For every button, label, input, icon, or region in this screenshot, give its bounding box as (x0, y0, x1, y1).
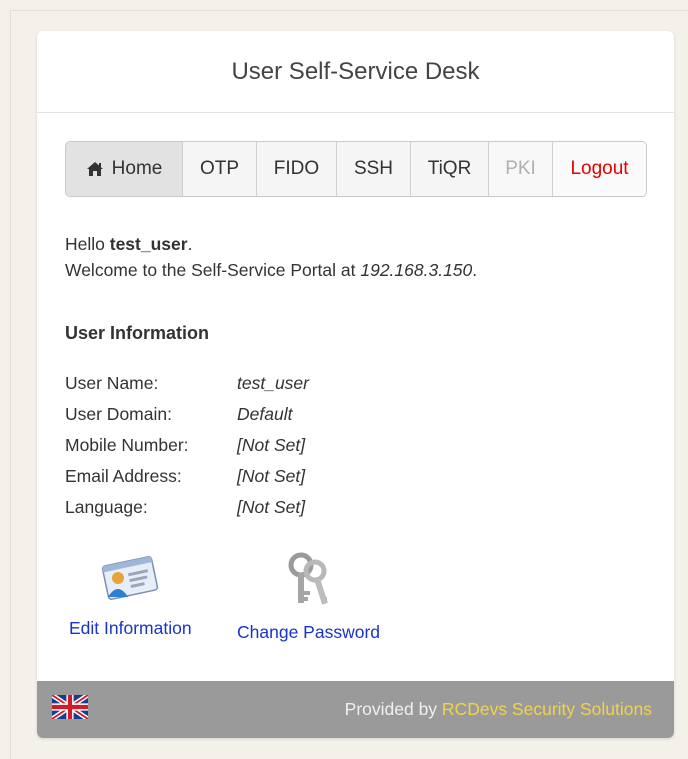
footer: Provided by RCDevs Security Solutions (37, 681, 674, 738)
nav-tiqr-button[interactable]: TiQR (410, 142, 488, 196)
info-value: Default (237, 404, 293, 424)
info-label: Mobile Number: (65, 435, 189, 455)
hello-line: Hello test_user. (65, 231, 477, 257)
nav-ssh-button[interactable]: SSH (336, 142, 410, 196)
main-nav: Home OTP FIDO SSH TiQR PKI Logout (65, 141, 647, 197)
info-value: [Not Set] (237, 497, 306, 517)
hello-prefix: Hello (65, 234, 110, 254)
id-card-icon (99, 551, 161, 610)
info-label: User Domain: (65, 404, 172, 424)
home-icon (86, 161, 104, 177)
nav-pki-button: PKI (488, 142, 552, 196)
provided-by-prefix: Provided by (344, 699, 442, 719)
company-link[interactable]: RCDevs Security Solutions (442, 699, 652, 719)
uk-flag-icon[interactable] (50, 693, 90, 724)
edit-information-label: Edit Information (69, 618, 192, 638)
hello-suffix: . (187, 234, 193, 254)
info-label: Language: (65, 497, 148, 517)
keys-icon (284, 551, 334, 614)
nav-home-label: Home (111, 158, 163, 179)
page-title: User Self-Service Desk (231, 57, 480, 85)
change-password-label: Change Password (237, 622, 380, 642)
info-row-domain: User Domain: Default (65, 399, 309, 430)
portal-ip: 192.168.3.150 (360, 260, 473, 280)
card-header: User Self-Service Desk (37, 31, 674, 113)
info-label: Email Address: (65, 466, 182, 486)
greeting: Hello test_user. Welcome to the Self-Ser… (65, 231, 477, 283)
info-value: [Not Set] (237, 466, 306, 486)
provided-by-text: Provided by RCDevs Security Solutions (345, 699, 652, 720)
self-service-card: User Self-Service Desk Home OTP FIDO SSH… (37, 31, 674, 738)
info-value: test_user (237, 373, 309, 393)
user-info-title: User Information (65, 323, 210, 343)
nav-fido-button[interactable]: FIDO (256, 142, 336, 196)
nav-otp-button[interactable]: OTP (182, 142, 256, 196)
info-row-email: Email Address: [Not Set] (65, 461, 309, 492)
greeting-username: test_user (109, 234, 188, 254)
welcome-suffix: . (472, 260, 478, 280)
info-row-language: Language: [Not Set] (65, 492, 309, 523)
welcome-prefix: Welcome to the Self-Service Portal at (65, 260, 361, 280)
change-password-button[interactable]: Change Password (237, 551, 380, 643)
nav-logout-button[interactable]: Logout (552, 142, 646, 196)
info-row-username: User Name: test_user (65, 368, 309, 399)
info-label: User Name: (65, 373, 159, 393)
info-row-mobile: Mobile Number: [Not Set] (65, 430, 309, 461)
welcome-line: Welcome to the Self-Service Portal at 19… (65, 257, 477, 283)
edit-information-button[interactable]: Edit Information (69, 551, 192, 639)
info-value: [Not Set] (237, 435, 306, 455)
nav-home-button[interactable]: Home (66, 142, 182, 196)
user-info-list: User Name: test_user User Domain: Defaul… (65, 368, 309, 523)
